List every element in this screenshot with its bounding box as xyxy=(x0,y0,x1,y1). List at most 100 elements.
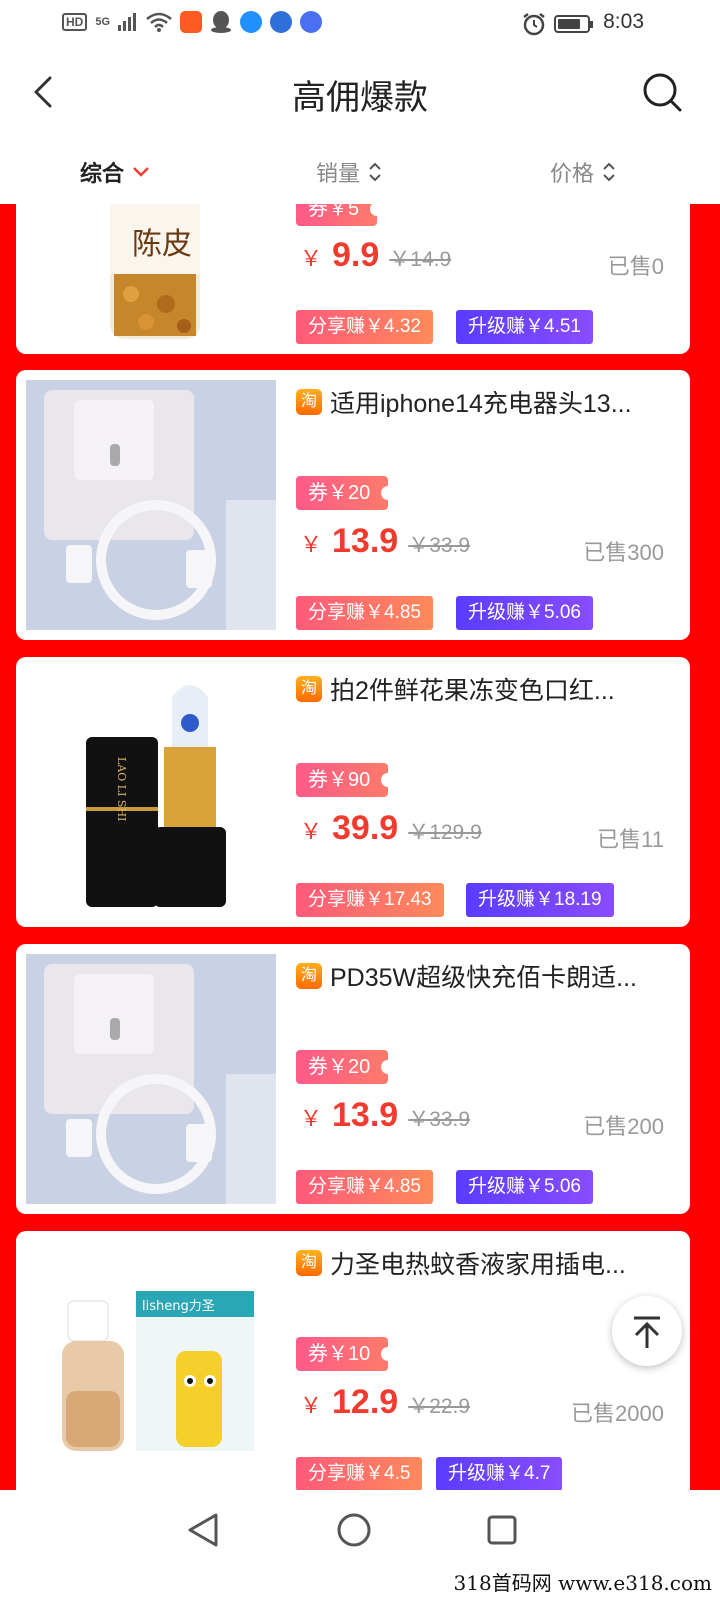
back-triangle-icon[interactable] xyxy=(186,1512,220,1548)
recents-square-icon[interactable] xyxy=(486,1514,518,1546)
product-title: PD35W超级快充佰卡朗适... xyxy=(330,964,637,992)
coupon-badge: 券￥10 xyxy=(296,1337,396,1371)
product-image-label: LAO LI SHI xyxy=(115,757,128,821)
hd-badge: HD xyxy=(62,13,88,31)
current-price: 12.9 xyxy=(332,1383,399,1421)
original-price: ￥33.9 xyxy=(408,534,471,557)
coupon-badge: 券￥5 xyxy=(296,204,385,226)
browser-icon xyxy=(270,11,293,33)
price-row: ￥ 9.9 ￥14.9 xyxy=(300,236,451,275)
share-earn-button[interactable]: 分享赚￥4.5 xyxy=(296,1457,423,1490)
watermark-text: 318首码网 www.e318.com xyxy=(453,1571,712,1595)
product-image-label: 陈皮 xyxy=(132,227,192,262)
chevron-down-icon xyxy=(133,167,149,177)
coupon-badge: 券￥20 xyxy=(296,476,396,510)
home-circle-icon[interactable] xyxy=(336,1512,372,1548)
product-image: LAO LI SHI xyxy=(26,667,276,917)
product-image: lisheng力圣 xyxy=(26,1241,276,1490)
price-row: ￥ 13.9 ￥33.9 xyxy=(300,522,470,561)
upgrade-earn-button[interactable]: 升级赚￥4.51 xyxy=(456,310,593,344)
taobao-badge-icon: 淘 xyxy=(296,963,322,989)
taobao-badge-icon: 淘 xyxy=(296,676,322,702)
sold-count: 已售11 xyxy=(597,827,664,852)
price-row: ￥ 13.9 ￥33.9 xyxy=(300,1096,470,1135)
search-icon xyxy=(643,73,682,112)
search-button[interactable] xyxy=(640,70,684,114)
share-earn-button[interactable]: 分享赚￥4.85 xyxy=(296,596,433,630)
original-price: ￥22.9 xyxy=(408,1395,471,1418)
sort-updown-icon xyxy=(603,162,615,182)
battery-icon xyxy=(554,15,593,33)
coupon-badge: 券￥90 xyxy=(296,763,396,797)
product-image xyxy=(26,380,276,630)
sold-count: 已售200 xyxy=(583,1114,664,1139)
product-title: 拍2件鲜花果冻变色口红... xyxy=(330,677,615,705)
price-row: ￥ 39.9 ￥129.9 xyxy=(300,809,482,848)
taobao-icon xyxy=(180,11,203,33)
upgrade-earn-button[interactable]: 升级赚￥18.19 xyxy=(466,883,614,917)
product-title-row: 淘 拍2件鲜花果冻变色口红... xyxy=(296,671,676,707)
sold-count: 已售300 xyxy=(583,540,664,565)
currency-symbol: ￥ xyxy=(300,819,323,844)
coupon-badge: 券￥20 xyxy=(296,1050,396,1084)
share-earn-button[interactable]: 分享赚￥4.85 xyxy=(296,1170,433,1204)
system-nav-bar: 318首码网 www.e318.com xyxy=(0,1490,720,1600)
music-icon xyxy=(300,11,323,33)
price-row: ￥ 12.9 ￥22.9 xyxy=(300,1383,470,1422)
sort-tab-label: 综合 xyxy=(80,161,125,186)
wifi-icon xyxy=(146,12,172,32)
share-earn-button[interactable]: 分享赚￥17.43 xyxy=(296,883,444,917)
status-time: 8:03 xyxy=(603,10,644,33)
sort-tab-sales[interactable]: 销量 xyxy=(316,156,382,188)
product-image xyxy=(26,954,276,1204)
alarm-icon xyxy=(523,13,545,36)
product-title: 适用iphone14充电器头13... xyxy=(330,390,632,418)
upgrade-earn-button[interactable]: 升级赚￥5.06 xyxy=(456,1170,593,1204)
currency-symbol: ￥ xyxy=(300,532,323,557)
product-card[interactable]: LAO LI SHI 淘 拍2件鲜花果冻变色口红... 券￥90 ￥ 39.9 … xyxy=(16,657,690,927)
page-title: 高佣爆款 xyxy=(292,79,428,117)
product-card[interactable]: 陈皮 券￥5 ￥ 9.9 ￥14.9 已售0 分享赚￥4.32 升级赚￥4.51 xyxy=(16,204,690,354)
share-earn-button[interactable]: 分享赚￥4.32 xyxy=(296,310,433,344)
sort-tab-label: 价格 xyxy=(550,161,595,186)
sort-bar: 综合 销量 价格 xyxy=(0,136,720,204)
currency-symbol: ￥ xyxy=(300,1393,323,1418)
sort-tab-comprehensive[interactable]: 综合 xyxy=(80,156,150,188)
qq-icon xyxy=(211,11,232,33)
original-price: ￥129.9 xyxy=(408,821,482,844)
currency-symbol: ￥ xyxy=(300,246,323,271)
currency-symbol: ￥ xyxy=(300,1106,323,1131)
current-price: 13.9 xyxy=(332,1096,399,1134)
current-price: 9.9 xyxy=(332,236,380,274)
product-card[interactable]: lisheng力圣 淘 力圣电热蚊香液家用插电... 券￥10 ￥ 12.9 ￥… xyxy=(16,1231,690,1490)
product-title-row: 淘 PD35W超级快充佰卡朗适... xyxy=(296,958,676,994)
signal-icon xyxy=(118,13,137,31)
original-price: ￥14.9 xyxy=(389,248,452,271)
back-to-top-button[interactable] xyxy=(612,1296,682,1366)
network-type: 5G xyxy=(95,16,111,28)
taobao-badge-icon: 淘 xyxy=(296,389,322,415)
sold-count: 已售2000 xyxy=(571,1401,664,1426)
current-price: 39.9 xyxy=(332,809,399,847)
product-card[interactable]: 淘 PD35W超级快充佰卡朗适... 券￥20 ￥ 13.9 ￥33.9 已售2… xyxy=(16,944,690,1214)
sort-tab-price[interactable]: 价格 xyxy=(550,156,616,188)
original-price: ￥33.9 xyxy=(408,1108,471,1131)
upgrade-earn-button[interactable]: 升级赚￥4.7 xyxy=(436,1457,563,1490)
product-image-label: lisheng力圣 xyxy=(142,1299,215,1314)
product-image: 陈皮 xyxy=(26,204,276,344)
sort-tab-label: 销量 xyxy=(316,161,361,186)
upgrade-earn-button[interactable]: 升级赚￥5.06 xyxy=(456,596,593,630)
status-left-icons: HD 5G xyxy=(62,10,323,34)
product-title-row: 淘 适用iphone14充电器头13... xyxy=(296,384,676,420)
status-bar: HD 5G 8:03 xyxy=(0,0,720,48)
product-title-row: 淘 力圣电热蚊香液家用插电... xyxy=(296,1245,676,1281)
current-price: 13.9 xyxy=(332,522,399,560)
product-title: 力圣电热蚊香液家用插电... xyxy=(330,1251,626,1279)
sold-count: 已售0 xyxy=(607,254,664,279)
sort-updown-icon xyxy=(369,162,381,182)
taobao-badge-icon: 淘 xyxy=(296,1250,322,1276)
arrow-up-icon xyxy=(634,1316,660,1348)
product-card[interactable]: 淘 适用iphone14充电器头13... 券￥20 ￥ 13.9 ￥33.9 … xyxy=(16,370,690,640)
title-bar: 高佣爆款 xyxy=(0,48,720,136)
cloud-icon xyxy=(240,11,263,33)
